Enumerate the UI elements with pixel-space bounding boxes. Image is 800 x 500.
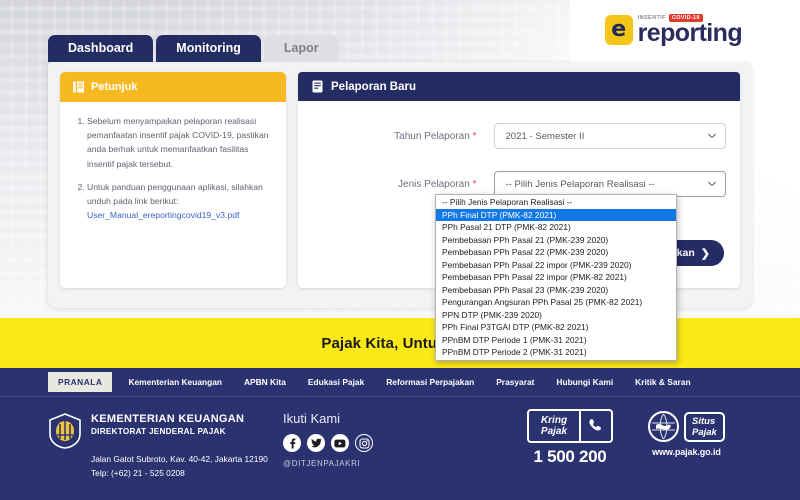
situs-pajak-url: www.pajak.go.id bbox=[652, 447, 721, 457]
dropdown-option-2[interactable]: PPh Pasal 21 DTP (PMK-82 2021) bbox=[436, 221, 676, 234]
dropdown-option-5[interactable]: Pembebasan PPh Pasal 22 impor (PMK-239 2… bbox=[436, 259, 676, 272]
twitter-icon[interactable] bbox=[307, 434, 325, 452]
footer-nav: PRANALA Kementerian Keuangan APBN Kita E… bbox=[0, 368, 800, 397]
dropdown-option-1[interactable]: PPh Final DTP (PMK-82 2021) bbox=[436, 208, 676, 221]
situs-line-1: Situs bbox=[692, 415, 716, 427]
tab-lapor[interactable]: Lapor bbox=[263, 35, 339, 62]
ministry-text-group: KEMENTERIAN KEUANGAN DIREKTORAT JENDERAL… bbox=[91, 413, 268, 480]
footer-link-prasyarat[interactable]: Prasyarat bbox=[496, 377, 534, 387]
label-jenis-pelaporan-text: Jenis Pelaporan bbox=[398, 178, 470, 190]
dropdown-option-8[interactable]: Pengurangan Angsuran PPh Pasal 25 (PMK-8… bbox=[436, 296, 676, 309]
dropdown-option-3[interactable]: Pembebasan PPh Pasal 21 (PMK-239 2020) bbox=[436, 234, 676, 247]
petunjuk-title: Petunjuk bbox=[91, 81, 138, 93]
dropdown-option-6[interactable]: Pembebasan PPh Pasal 22 impor (PMK-82 20… bbox=[436, 271, 676, 284]
ministry-contact: Jalan Gatot Subroto, Kav. 40-42, Jakarta… bbox=[91, 452, 268, 480]
required-marker-tahun: * bbox=[472, 130, 477, 142]
select-tahun-pelaporan[interactable]: 2021 - Semester II bbox=[494, 123, 726, 149]
dropdown-option-11[interactable]: PPnBM DTP Periode 1 (PMK-31 2021) bbox=[436, 334, 676, 347]
footer-link-kementerian-keuangan[interactable]: Kementerian Keuangan bbox=[128, 377, 222, 387]
pranala-label: PRANALA bbox=[48, 372, 113, 392]
tagline-banner: Pajak Kita, Untuk Kita bbox=[0, 318, 800, 368]
petunjuk-item-2: Untuk panduan penggunaan aplikasi, silah… bbox=[87, 180, 273, 223]
footer-link-kritik-saran[interactable]: Kritik & Saran bbox=[635, 377, 690, 387]
footer-body: KEMENTERIAN KEUANGAN DIREKTORAT JENDERAL… bbox=[0, 397, 800, 480]
tab-dashboard[interactable]: Dashboard bbox=[48, 35, 154, 62]
kring-pajak-wordmark: Kring Pajak bbox=[529, 411, 579, 441]
chevron-down-icon bbox=[708, 181, 716, 187]
dropdown-option-7[interactable]: Pembebasan PPh Pasal 23 (PMK-239 2020) bbox=[436, 284, 676, 297]
dropdown-option-9[interactable]: PPN DTP (PMK-239 2020) bbox=[436, 309, 676, 322]
social-title: Ikuti Kami bbox=[283, 411, 341, 426]
logo-wordmark: reporting bbox=[637, 19, 743, 47]
globe-indonesia-icon bbox=[648, 411, 679, 442]
dropdown-option-4[interactable]: Pembebasan PPh Pasal 22 (PMK-239 2020) bbox=[436, 246, 676, 259]
footer-link-hubungi-kami[interactable]: Hubungi Kami bbox=[556, 377, 613, 387]
info-list-icon bbox=[73, 81, 84, 93]
petunjuk-body: Sebelum menyampaikan pelaporan realisasi… bbox=[60, 102, 286, 239]
instagram-icon[interactable] bbox=[355, 434, 373, 452]
telephone-icon bbox=[579, 411, 611, 441]
ministry-block: KEMENTERIAN KEUANGAN DIREKTORAT JENDERAL… bbox=[48, 413, 268, 480]
situs-pajak-block[interactable]: Situs Pajak www.pajak.go.id bbox=[648, 411, 725, 457]
kring-line-2: Pajak bbox=[540, 426, 568, 437]
kring-pajak-badge: Kring Pajak bbox=[527, 409, 613, 443]
ministry-phone: Telp: (+62) 21 - 525 0208 bbox=[91, 468, 185, 478]
situs-line-2: Pajak bbox=[692, 426, 717, 438]
logo-text-group: INSENTIF COVID-19 reporting bbox=[637, 14, 743, 47]
ministry-address: Jalan Gatot Subroto, Kav. 40-42, Jakarta… bbox=[91, 454, 268, 464]
site-footer: PRANALA Kementerian Keuangan APBN Kita E… bbox=[0, 368, 800, 500]
user-manual-link[interactable]: User_Manual_ereportingcovid19_v3.pdf bbox=[87, 210, 239, 220]
petunjuk-header: Petunjuk bbox=[60, 72, 286, 102]
footer-link-edukasi-pajak[interactable]: Edukasi Pajak bbox=[308, 377, 364, 387]
social-handle: @DITJENPAJAKRI bbox=[283, 459, 361, 468]
social-icon-row bbox=[283, 434, 373, 452]
youtube-icon[interactable] bbox=[331, 434, 349, 452]
jenis-pelaporan-dropdown-list[interactable]: -- Pilih Jenis Pelaporan Realisasi -- PP… bbox=[435, 194, 677, 361]
footer-link-apbn-kita[interactable]: APBN Kita bbox=[244, 377, 286, 387]
facebook-icon[interactable] bbox=[283, 434, 301, 452]
kring-pajak-number: 1 500 200 bbox=[533, 447, 607, 466]
select-tahun-pelaporan-value: 2021 - Semester II bbox=[505, 130, 585, 142]
pelaporan-baru-title: Pelaporan Baru bbox=[331, 80, 416, 93]
petunjuk-item-2-text: Untuk panduan penggunaan aplikasi, silah… bbox=[87, 181, 263, 207]
ministry-directorate: DIREKTORAT JENDERAL PAJAK bbox=[91, 427, 226, 436]
select-jenis-pelaporan-value: -- Pilih Jenis Pelaporan Realisasi -- bbox=[505, 178, 655, 190]
form-row-tahun-pelaporan: Tahun Pelaporan * 2021 - Semester II bbox=[298, 123, 740, 149]
situs-pajak-wordmark: Situs Pajak bbox=[684, 411, 725, 442]
label-jenis-pelaporan: Jenis Pelaporan * bbox=[298, 179, 494, 190]
tab-monitoring[interactable]: Monitoring bbox=[156, 35, 261, 62]
kemenkeu-seal-icon bbox=[49, 413, 81, 449]
petunjuk-panel: Petunjuk Sebelum menyampaikan pelaporan … bbox=[60, 72, 286, 288]
petunjuk-item-1: Sebelum menyampaikan pelaporan realisasi… bbox=[87, 114, 273, 171]
e-logo-icon: e bbox=[604, 15, 633, 45]
chevron-down-icon bbox=[708, 133, 716, 139]
app-logo[interactable]: e INSENTIF COVID-19 reporting bbox=[604, 14, 743, 47]
document-icon bbox=[312, 80, 323, 93]
dropdown-option-0[interactable]: -- Pilih Jenis Pelaporan Realisasi -- bbox=[436, 196, 676, 209]
dropdown-option-10[interactable]: PPh Final P3TGAI DTP (PMK-82 2021) bbox=[436, 321, 676, 334]
chevron-right-icon: ❯ bbox=[700, 247, 710, 260]
pelaporan-baru-header: Pelaporan Baru bbox=[298, 72, 740, 101]
label-tahun-pelaporan: Tahun Pelaporan * bbox=[298, 131, 494, 142]
main-tab-bar: Dashboard Monitoring Lapor bbox=[48, 35, 342, 62]
kring-pajak-block: Kring Pajak 1 500 200 bbox=[527, 409, 613, 467]
dropdown-option-12[interactable]: PPnBM DTP Periode 2 (PMK-31 2021) bbox=[436, 346, 676, 359]
footer-link-reformasi-perpajakan[interactable]: Reformasi Perpajakan bbox=[386, 377, 474, 387]
required-marker-jenis: * bbox=[472, 178, 477, 190]
kring-line-1: Kring bbox=[540, 415, 568, 426]
ministry-name: KEMENTERIAN KEUANGAN bbox=[91, 413, 245, 425]
label-tahun-pelaporan-text: Tahun Pelaporan bbox=[394, 130, 470, 142]
situs-pajak-badge-row: Situs Pajak bbox=[648, 411, 725, 442]
social-block: Ikuti Kami @DITJENPAJAKRI bbox=[283, 411, 373, 468]
